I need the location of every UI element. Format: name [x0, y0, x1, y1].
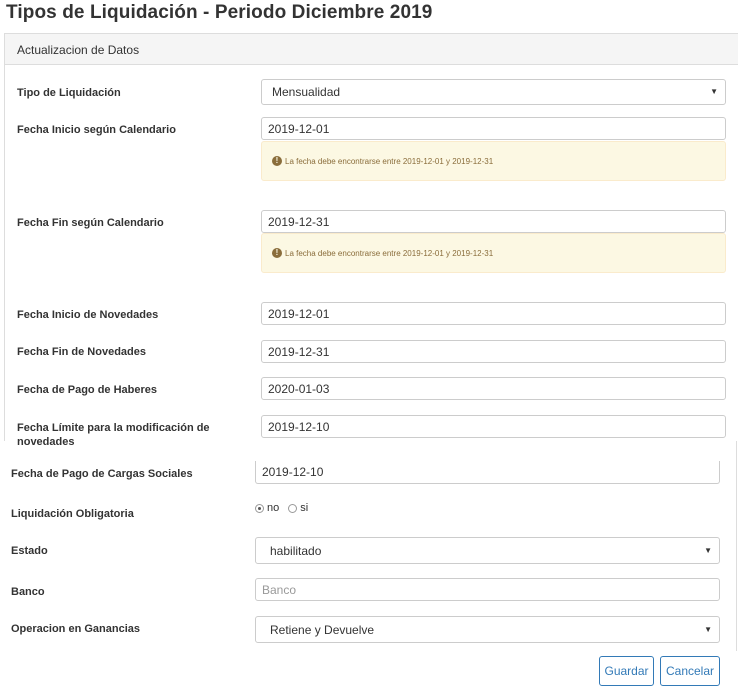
fecha-limite-label: Fecha Límite para la modificación de nov… [17, 421, 210, 449]
tipo-liquidacion-label: Tipo de Liquidación [17, 87, 121, 99]
fecha-inicio-calendario-input[interactable]: 2019-12-01 [261, 117, 726, 140]
caret-down-icon: ▼ [704, 545, 712, 555]
fecha-limite-input[interactable]: 2019-12-10 [261, 415, 726, 438]
save-button[interactable]: Guardar [599, 656, 654, 686]
radio-si[interactable] [288, 503, 298, 513]
fecha-fin-warning: ! La fecha debe encontrarse entre 2019-1… [261, 233, 726, 273]
banco-input[interactable]: Banco [255, 578, 720, 601]
fecha-pago-cargas-input[interactable]: 2019-12-10 [255, 461, 720, 484]
radio-no-label[interactable]: no [267, 502, 279, 514]
radio-si-label[interactable]: si [300, 502, 308, 514]
caret-down-icon: ▼ [704, 624, 712, 634]
page-title: Tipos de Liquidación - Periodo Diciembre… [6, 2, 433, 23]
tipo-liquidacion-value: Mensualidad [272, 85, 341, 99]
estado-select[interactable]: habilitado ▼ [255, 537, 720, 564]
panel-border [736, 441, 737, 651]
cancel-button[interactable]: Cancelar [660, 656, 720, 686]
fecha-pago-cargas-label: Fecha de Pago de Cargas Sociales [11, 468, 193, 480]
exclamation-circle-icon: ! [272, 248, 282, 258]
fecha-limite-label-line2: novedades [17, 436, 75, 448]
liquidacion-obligatoria-label: Liquidación Obligatoria [11, 508, 134, 520]
fecha-inicio-calendario-label: Fecha Inicio según Calendario [17, 124, 176, 136]
fecha-fin-calendario-label: Fecha Fin según Calendario [17, 217, 164, 229]
estado-value: habilitado [270, 543, 322, 558]
radio-no[interactable] [255, 503, 264, 513]
fecha-pago-haberes-input[interactable]: 2020-01-03 [261, 377, 726, 400]
fecha-limite-label-line1: Fecha Límite para la modificación de [17, 422, 210, 434]
fecha-inicio-warning-text: La fecha debe encontrarse entre 2019-12-… [285, 156, 494, 166]
estado-label: Estado [11, 545, 48, 557]
fecha-inicio-novedades-input[interactable]: 2019-12-01 [261, 302, 726, 325]
caret-down-icon: ▼ [710, 87, 718, 96]
operacion-ganancias-select[interactable]: Retiene y Devuelve ▼ [255, 616, 720, 643]
fecha-fin-novedades-input[interactable]: 2019-12-31 [261, 340, 726, 363]
fecha-fin-warning-text: La fecha debe encontrarse entre 2019-12-… [285, 248, 494, 258]
fecha-pago-haberes-label: Fecha de Pago de Haberes [17, 384, 157, 396]
operacion-ganancias-label: Operacion en Ganancias [11, 623, 140, 635]
banco-label: Banco [11, 586, 45, 598]
liquidacion-obligatoria-radio-group: no si [255, 502, 317, 514]
fecha-inicio-warning: ! La fecha debe encontrarse entre 2019-1… [261, 141, 726, 181]
tipo-liquidacion-select[interactable]: Mensualidad ▼ [261, 79, 726, 105]
fecha-fin-novedades-label: Fecha Fin de Novedades [17, 346, 146, 358]
fecha-inicio-novedades-label: Fecha Inicio de Novedades [17, 309, 159, 321]
panel-heading: Actualizacion de Datos [5, 34, 738, 65]
fecha-fin-calendario-input[interactable]: 2019-12-31 [261, 210, 726, 233]
exclamation-circle-icon: ! [272, 156, 282, 166]
operacion-ganancias-value: Retiene y Devuelve [270, 622, 375, 637]
